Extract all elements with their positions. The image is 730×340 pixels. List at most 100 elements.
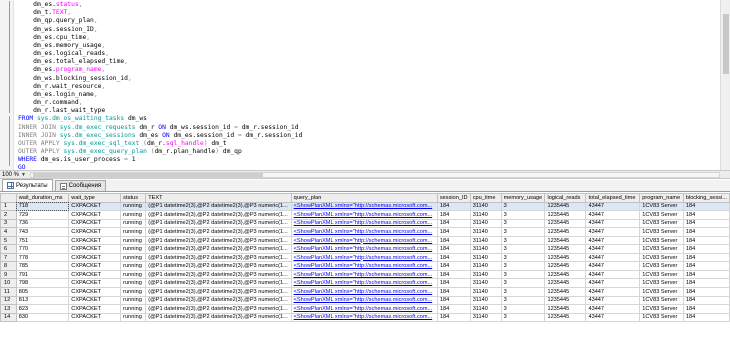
query-plan-link[interactable]: <ShowPlanXML xmlns="http://schemas.micro… bbox=[290, 312, 438, 323]
table-cell[interactable]: 184 bbox=[436, 218, 471, 229]
code-line[interactable]: WHERE dm_es.is_user_process = 1 bbox=[18, 156, 708, 164]
column-header[interactable]: session_ID bbox=[436, 193, 471, 203]
table-cell[interactable]: 184 bbox=[682, 218, 730, 229]
table-cell[interactable]: 1CV83 Server bbox=[639, 287, 684, 297]
table-cell[interactable]: 184 bbox=[436, 269, 471, 280]
table-cell[interactable]: 31140 bbox=[469, 295, 502, 306]
query-plan-link[interactable]: <ShowPlanXML xmlns="http://schemas.micro… bbox=[290, 287, 438, 297]
column-header[interactable]: memory_usage bbox=[500, 193, 546, 203]
row-number[interactable]: 10 bbox=[0, 278, 17, 288]
row-number[interactable]: 3 bbox=[0, 218, 17, 229]
code-line[interactable]: dm_es.program_name, bbox=[18, 66, 708, 74]
table-cell[interactable]: 770 bbox=[15, 244, 70, 254]
table-cell[interactable]: 184 bbox=[682, 227, 730, 237]
editor-vertical-scrollbar[interactable] bbox=[720, 0, 730, 170]
chevron-down-icon[interactable]: ▼ bbox=[21, 171, 26, 179]
table-cell[interactable]: CXPACKET bbox=[68, 235, 122, 246]
code-line[interactable]: dm_t.TEXT, bbox=[18, 9, 708, 17]
table-cell[interactable]: running bbox=[120, 201, 147, 212]
tab-results[interactable]: Результаты bbox=[2, 179, 53, 191]
table-cell[interactable]: 3 bbox=[500, 218, 546, 229]
table-row[interactable]: 9 791 CXPACKET running (@P1 datetime2(3),@P2… bbox=[0, 269, 730, 280]
table-cell[interactable]: 43447 bbox=[585, 278, 641, 288]
table-cell[interactable]: 1235445 bbox=[544, 201, 587, 212]
table-cell[interactable]: running bbox=[120, 235, 147, 246]
table-cell[interactable]: 3 bbox=[500, 295, 546, 306]
table-cell[interactable]: 3 bbox=[500, 201, 546, 212]
column-header[interactable]: TEXT bbox=[145, 193, 292, 203]
table-cell[interactable]: 3 bbox=[500, 252, 546, 263]
query-plan-link[interactable]: <ShowPlanXML xmlns="http://schemas.micro… bbox=[290, 244, 438, 254]
table-cell[interactable]: 1235445 bbox=[544, 244, 587, 254]
table-row[interactable]: 5 751 CXPACKET running (@P1 datetime2(3),@P2… bbox=[0, 235, 730, 246]
table-cell[interactable]: (@P1 datetime2(3),@P2 datetime2(3),@P3 n… bbox=[145, 218, 292, 229]
table-cell[interactable]: 3 bbox=[500, 269, 546, 280]
column-header[interactable]: status bbox=[120, 193, 147, 203]
scroll-thumb[interactable] bbox=[33, 173, 263, 177]
row-number[interactable]: 6 bbox=[0, 244, 17, 254]
table-cell[interactable]: (@P1 datetime2(3),@P2 datetime2(3),@P3 n… bbox=[145, 312, 292, 323]
table-cell[interactable]: 1CV83 Server bbox=[639, 244, 684, 254]
table-cell[interactable]: 184 bbox=[682, 252, 730, 263]
table-cell[interactable]: 43447 bbox=[585, 210, 641, 220]
table-cell[interactable]: 805 bbox=[15, 287, 70, 297]
table-cell[interactable]: 1CV83 Server bbox=[639, 227, 684, 237]
table-cell[interactable]: CXPACKET bbox=[68, 227, 122, 237]
table-cell[interactable]: 3 bbox=[500, 287, 546, 297]
table-cell[interactable]: 743 bbox=[15, 227, 70, 237]
table-cell[interactable]: (@P1 datetime2(3),@P2 datetime2(3),@P3 n… bbox=[145, 235, 292, 246]
results-grid[interactable]: wait_duration_ms wait_type status TEXT query… bbox=[0, 193, 730, 340]
code-line[interactable]: INNER JOIN sys.dm_exec_requests dm_r ON … bbox=[18, 124, 708, 132]
table-cell[interactable]: 43447 bbox=[585, 252, 641, 263]
table-cell[interactable]: 1235445 bbox=[544, 235, 587, 246]
table-cell[interactable]: 1CV83 Server bbox=[639, 210, 684, 220]
table-cell[interactable]: 798 bbox=[15, 278, 70, 288]
table-cell[interactable]: (@P1 datetime2(3),@P2 datetime2(3),@P3 n… bbox=[145, 210, 292, 220]
table-cell[interactable]: running bbox=[120, 244, 147, 254]
table-cell[interactable]: (@P1 datetime2(3),@P2 datetime2(3),@P3 n… bbox=[145, 269, 292, 280]
code-line[interactable]: dm_es.cpu_time, bbox=[18, 34, 708, 42]
table-cell[interactable]: running bbox=[120, 210, 147, 220]
table-cell[interactable]: 1235445 bbox=[544, 227, 587, 237]
row-number[interactable]: 8 bbox=[0, 261, 17, 271]
table-row[interactable]: 1 718 CXPACKET running (@P1 datetime2(3),@P2… bbox=[0, 201, 730, 212]
table-cell[interactable]: 751 bbox=[15, 235, 70, 246]
table-cell[interactable]: 184 bbox=[436, 244, 471, 254]
scroll-thumb[interactable] bbox=[723, 14, 729, 74]
table-cell[interactable]: (@P1 datetime2(3),@P2 datetime2(3),@P3 n… bbox=[145, 252, 292, 263]
table-cell[interactable]: 1235445 bbox=[544, 304, 587, 314]
table-cell[interactable]: 43447 bbox=[585, 244, 641, 254]
table-cell[interactable]: 830 bbox=[15, 312, 70, 323]
code-line[interactable]: OUTER APPLY sys.dm_exec_query_plan (dm_r… bbox=[18, 148, 708, 156]
table-row[interactable]: 12 813 CXPACKET running (@P1 datetime2(3),@P… bbox=[0, 295, 730, 306]
table-cell[interactable]: 184 bbox=[682, 201, 730, 212]
code-line[interactable]: dm_r.last_wait_type bbox=[18, 107, 708, 115]
table-cell[interactable]: 3 bbox=[500, 261, 546, 271]
table-row[interactable]: 4 743 CXPACKET running (@P1 datetime2(3),@P2… bbox=[0, 227, 730, 237]
column-header[interactable]: logical_reads bbox=[544, 193, 587, 203]
table-cell[interactable]: CXPACKET bbox=[68, 244, 122, 254]
code-line[interactable]: dm_r.wait_resource, bbox=[18, 83, 708, 91]
table-cell[interactable]: 813 bbox=[15, 295, 70, 306]
code-line[interactable]: dm_r.command, bbox=[18, 99, 708, 107]
table-row[interactable]: 2 729 CXPACKET running (@P1 datetime2(3),@P2… bbox=[0, 210, 730, 220]
table-cell[interactable]: running bbox=[120, 304, 147, 314]
table-cell[interactable]: 184 bbox=[682, 244, 730, 254]
table-cell[interactable]: 31140 bbox=[469, 252, 502, 263]
table-cell[interactable]: 31140 bbox=[469, 261, 502, 271]
code-line[interactable]: dm_es.memory_usage, bbox=[18, 42, 708, 50]
table-cell[interactable]: 3 bbox=[500, 278, 546, 288]
table-cell[interactable]: 184 bbox=[436, 252, 471, 263]
table-cell[interactable]: 1235445 bbox=[544, 218, 587, 229]
table-cell[interactable]: 1CV83 Server bbox=[639, 261, 684, 271]
table-cell[interactable]: 785 bbox=[15, 261, 70, 271]
code-line[interactable]: dm_ws.session_ID, bbox=[18, 26, 708, 34]
query-plan-link[interactable]: <ShowPlanXML xmlns="http://schemas.micro… bbox=[290, 269, 438, 280]
query-plan-link[interactable]: <ShowPlanXML xmlns="http://schemas.micro… bbox=[290, 210, 438, 220]
table-cell[interactable]: CXPACKET bbox=[68, 252, 122, 263]
table-cell[interactable]: 43447 bbox=[585, 235, 641, 246]
table-cell[interactable]: 31140 bbox=[469, 287, 502, 297]
table-cell[interactable]: running bbox=[120, 295, 147, 306]
table-cell[interactable]: CXPACKET bbox=[68, 295, 122, 306]
table-cell[interactable]: 3 bbox=[500, 312, 546, 323]
